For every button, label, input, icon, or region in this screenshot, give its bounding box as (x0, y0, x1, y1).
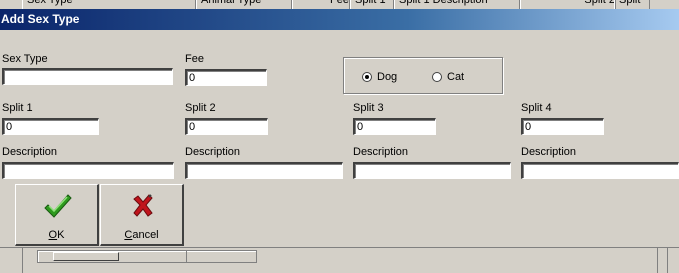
scrollbar-divider (186, 251, 187, 262)
button-panel: OK Cancel (0, 184, 679, 247)
fee-input[interactable]: 0 (185, 69, 267, 86)
cat-radio-dot[interactable] (432, 72, 442, 82)
split3-input[interactable]: 0 (353, 118, 436, 135)
header-col-split1: Split 1 (350, 0, 394, 9)
footer-divider (22, 248, 23, 273)
header-col-fee: Fee (292, 0, 350, 9)
footer-divider-right (657, 248, 658, 273)
desc3-label: Description (353, 146, 409, 158)
split4-input[interactable]: 0 (521, 118, 604, 135)
animal-type-group: Dog Cat (343, 57, 503, 94)
ok-button-label: OK (48, 229, 65, 241)
split3-label: Split 3 (353, 102, 384, 114)
split2-input[interactable]: 0 (185, 118, 268, 135)
dog-radio[interactable]: Dog (362, 71, 397, 83)
dialog-title: Add Sex Type (1, 12, 80, 26)
dialog-titlebar[interactable]: Add Sex Type (0, 9, 679, 30)
split1-input[interactable]: 0 (2, 118, 99, 135)
horizontal-scrollbar[interactable] (37, 250, 257, 263)
x-icon (101, 191, 182, 219)
desc1-input[interactable] (2, 162, 174, 179)
header-col-sex-type: Sex Type (22, 0, 196, 9)
split1-label: Split 1 (2, 102, 33, 114)
scrollbar-thumb[interactable] (53, 252, 119, 261)
desc4-input[interactable] (521, 162, 679, 179)
header-col-animal-type: Animal Type (196, 0, 292, 9)
cancel-button-label: Cancel (124, 229, 159, 241)
desc2-input[interactable] (185, 162, 343, 179)
sex-type-label: Sex Type (2, 53, 48, 65)
sex-type-input[interactable] (2, 68, 173, 85)
checkmark-icon (16, 191, 97, 219)
cat-radio-label: Cat (447, 71, 465, 83)
split4-label: Split 4 (521, 102, 552, 114)
header-col-split: Split (614, 0, 650, 9)
split2-label: Split 2 (185, 102, 216, 114)
header-col-split2: Split 2 (520, 0, 616, 9)
desc4-label: Description (521, 146, 577, 158)
desc1-label: Description (2, 146, 58, 158)
desc3-input[interactable] (353, 162, 511, 179)
background-list-footer (0, 248, 679, 273)
dog-radio-dot[interactable] (362, 72, 372, 82)
desc2-label: Description (185, 146, 241, 158)
ok-button[interactable]: OK (15, 184, 99, 246)
fee-label: Fee (185, 53, 204, 65)
cancel-button[interactable]: Cancel (100, 184, 184, 246)
footer-divider-right-2 (667, 248, 668, 273)
dog-radio-label: Dog (377, 71, 398, 83)
cat-radio[interactable]: Cat (432, 71, 464, 83)
header-col-split1-desc: Split 1 Description (394, 0, 520, 9)
